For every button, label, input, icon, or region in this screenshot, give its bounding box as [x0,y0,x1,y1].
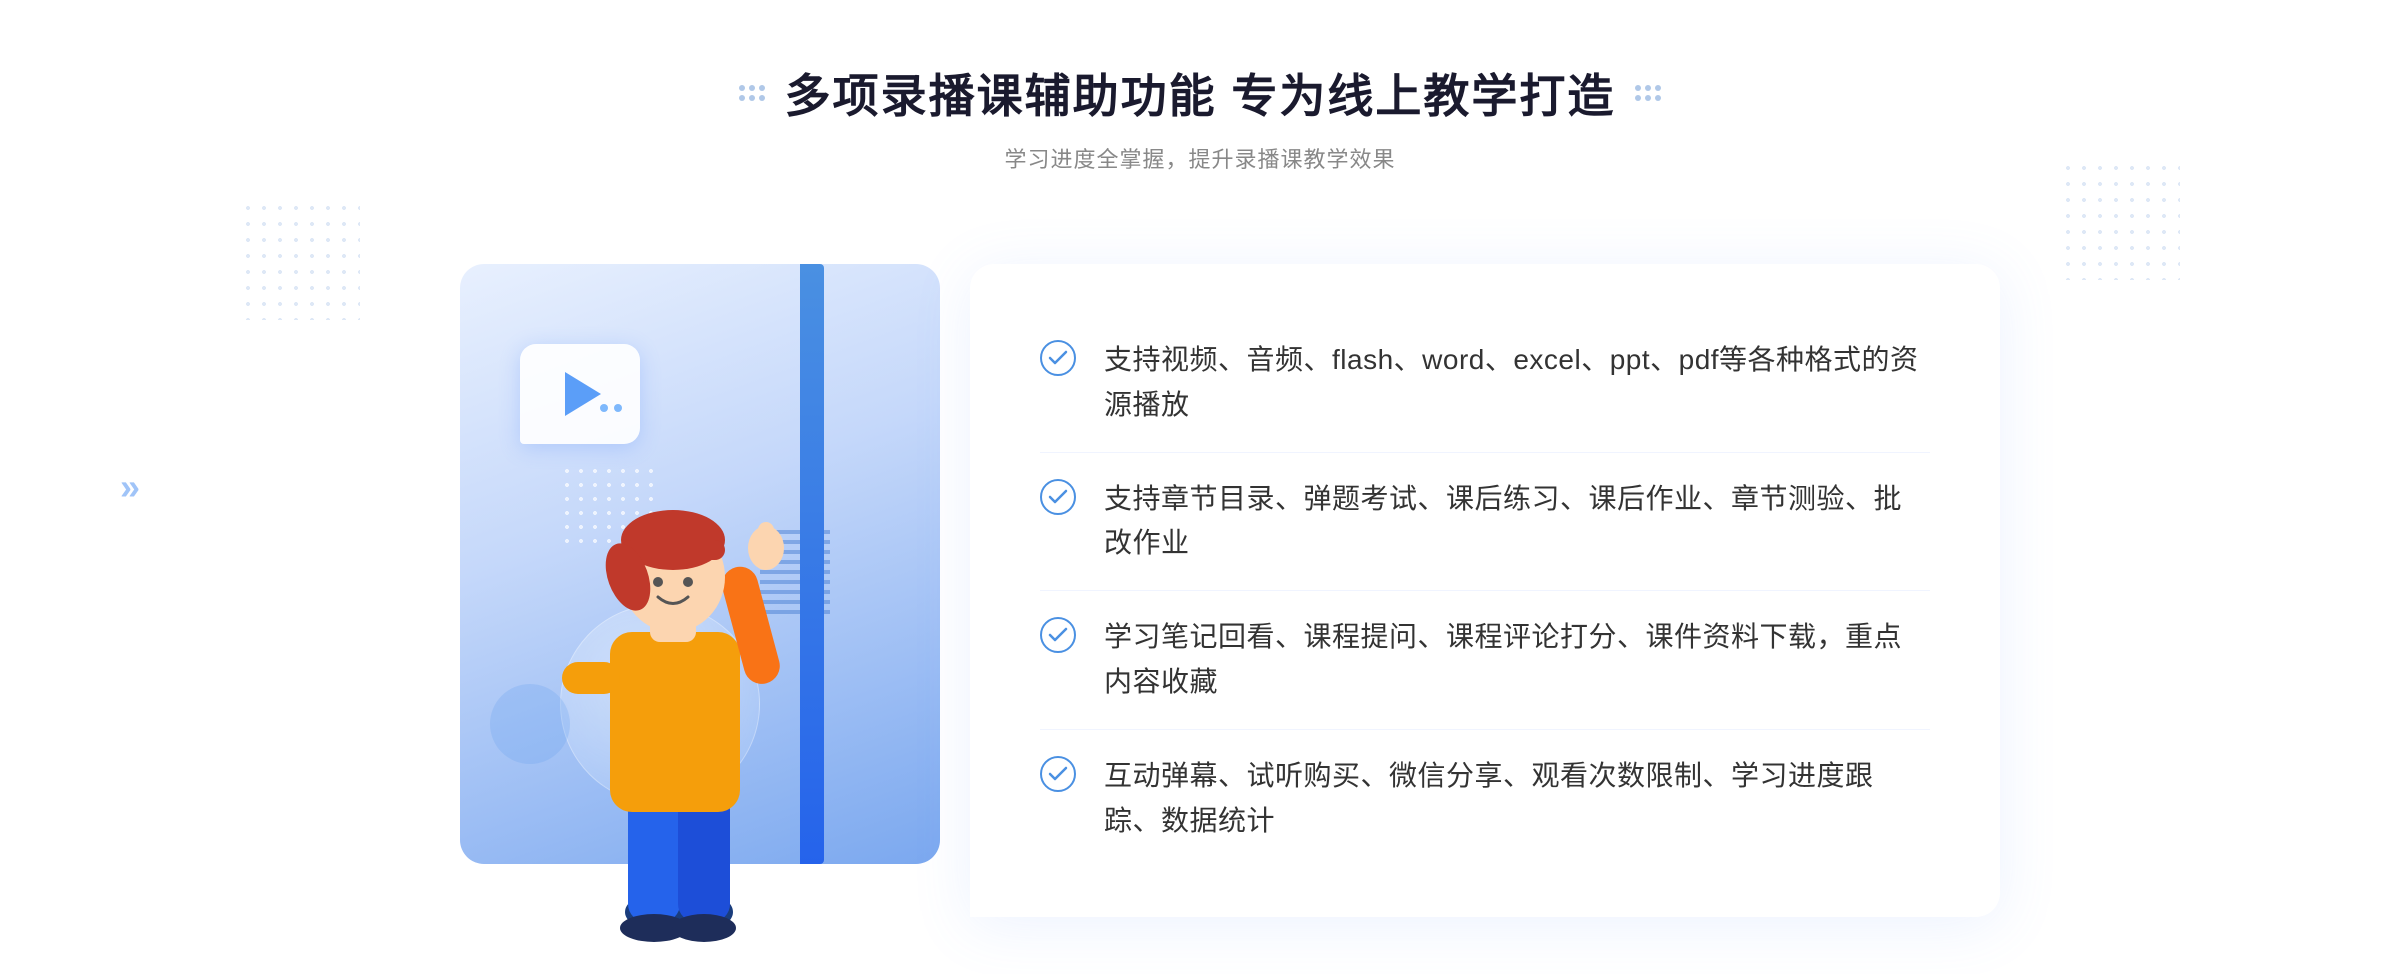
feature-item-4: 互动弹幕、试听购买、微信分享、观看次数限制、学习进度跟踪、数据统计 [1040,730,1930,868]
check-icon-4 [1040,756,1076,792]
check-icon-3 [1040,617,1076,653]
feature-item-1: 支持视频、音频、flash、word、excel、ppt、pdf等各种格式的资源… [1040,314,1930,453]
content-area: 支持视频、音频、flash、word、excel、ppt、pdf等各种格式的资源… [400,224,2000,957]
page-wrapper: » 多项录播课辅助功能 专为线上教学打造 学习进度全掌握，提升录播课教学效果 [0,0,2400,974]
feature-item-3: 学习笔记回看、课程提问、课程评论打分、课件资料下载，重点内容收藏 [1040,591,1930,730]
feature-text-4: 互动弹幕、试听购买、微信分享、观看次数限制、学习进度跟踪、数据统计 [1104,754,1930,844]
check-icon-1 [1040,340,1076,376]
character-figure [480,392,860,957]
bg-dots-right [2060,160,2180,280]
check-icon-2 [1040,479,1076,515]
feature-text-2: 支持章节目录、弹题考试、课后练习、课后作业、章节测验、批改作业 [1104,477,1930,567]
chevron-left-decoration: » [120,469,140,505]
illustration-wrapper [400,224,1000,957]
title-dots-left [739,85,765,101]
bg-dots-left [240,200,360,320]
title-wrapper: 多项录播课辅助功能 专为线上教学打造 [739,60,1662,126]
feature-text-3: 学习笔记回看、课程提问、课程评论打分、课件资料下载，重点内容收藏 [1104,615,1930,705]
feature-item-2: 支持章节目录、弹题考试、课后练习、课后作业、章节测验、批改作业 [1040,453,1930,592]
header-section: 多项录播课辅助功能 专为线上教学打造 学习进度全掌握，提升录播课教学效果 [739,60,1662,174]
main-title: 多项录播课辅助功能 专为线上教学打造 [785,60,1616,126]
feature-text-1: 支持视频、音频、flash、word、excel、ppt、pdf等各种格式的资源… [1104,338,1930,428]
subtitle: 学习进度全掌握，提升录播课教学效果 [739,142,1662,174]
title-dots-right [1635,85,1661,101]
features-panel: 支持视频、音频、flash、word、excel、ppt、pdf等各种格式的资源… [970,264,2000,917]
